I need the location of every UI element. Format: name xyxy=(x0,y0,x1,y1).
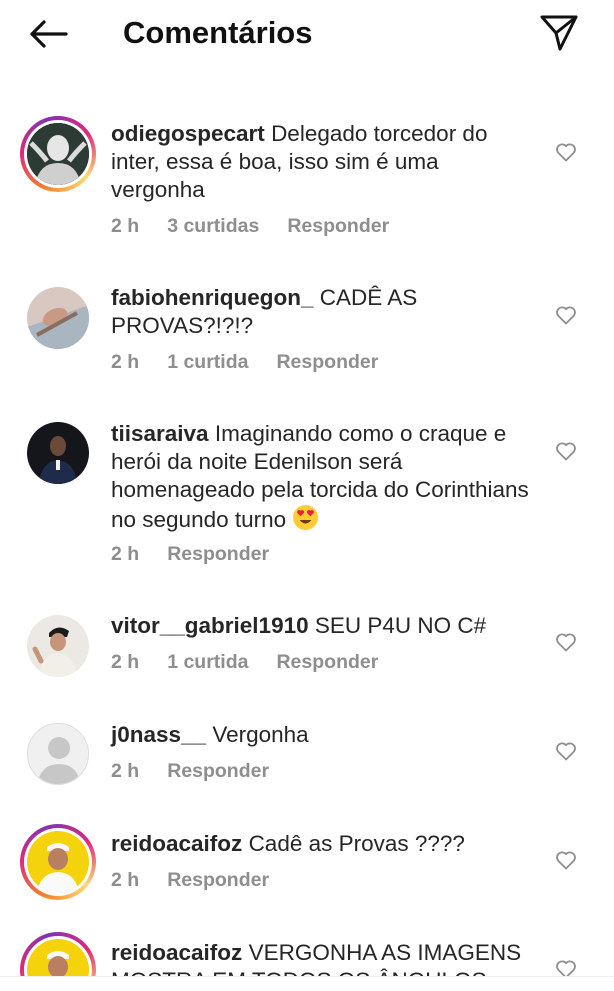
comment-username[interactable]: odiegospecart xyxy=(111,121,265,146)
comment-body: Vergonha xyxy=(212,722,309,747)
comment-text: reidoacaifoz VERGONHA AS IMAGENS MOSTRA … xyxy=(111,939,531,976)
arrow-left-icon xyxy=(30,20,68,48)
avatar xyxy=(27,939,89,976)
back-button[interactable] xyxy=(26,14,70,54)
reply-button[interactable]: Responder xyxy=(167,760,269,783)
comment-time: 2 h xyxy=(111,760,140,782)
avatar-story-ring[interactable] xyxy=(20,116,96,192)
reply-button[interactable]: Responder xyxy=(167,543,269,566)
avatar-image xyxy=(27,123,89,185)
comment-likes-count[interactable]: 1 curtida xyxy=(167,651,248,674)
avatar-wrapper[interactable] xyxy=(20,280,96,356)
comment-username[interactable]: tiisaraiva xyxy=(111,421,209,446)
avatar xyxy=(27,422,89,484)
avatar-wrapper[interactable] xyxy=(20,608,96,684)
avatar xyxy=(27,123,89,185)
comment-meta: 2 h 1 curtida Responder xyxy=(111,651,406,674)
avatar-wrapper[interactable] xyxy=(20,716,96,792)
comment-time: 2 h xyxy=(111,351,140,373)
avatar xyxy=(27,287,89,349)
bottom-edge xyxy=(0,976,614,991)
page-title: Comentários xyxy=(123,15,313,50)
avatar-image xyxy=(27,939,89,976)
heart-icon[interactable] xyxy=(554,739,578,763)
avatar xyxy=(27,615,89,677)
comment-meta: 2 h Responder xyxy=(111,869,297,892)
comment-time: 2 h xyxy=(111,869,140,891)
avatar-image xyxy=(27,615,89,677)
comment-likes-count[interactable]: 3 curtidas xyxy=(167,215,259,238)
heart-icon[interactable] xyxy=(554,303,578,327)
reply-button[interactable]: Responder xyxy=(276,351,378,374)
heart-icon[interactable] xyxy=(554,957,578,976)
comment-username[interactable]: fabiohenriquegon_ xyxy=(111,285,314,310)
reply-button[interactable]: Responder xyxy=(276,651,378,674)
comment-meta: 2 h Responder xyxy=(111,760,297,783)
heart-icon[interactable] xyxy=(554,140,578,164)
comment-username[interactable]: j0nass__ xyxy=(111,722,206,747)
comment-username[interactable]: reidoacaifoz xyxy=(111,831,242,856)
avatar-image xyxy=(27,422,89,484)
top-bar: Comentários xyxy=(0,0,614,68)
heart-icon[interactable] xyxy=(554,630,578,654)
comment-username[interactable]: reidoacaifoz xyxy=(111,940,242,965)
heart-icon[interactable] xyxy=(554,848,578,872)
comment-username[interactable]: vitor__gabriel1910 xyxy=(111,613,309,638)
heart-eyes-emoji xyxy=(293,505,319,530)
share-button[interactable] xyxy=(536,12,582,54)
comment-time: 2 h xyxy=(111,215,140,237)
avatar-story-ring[interactable] xyxy=(20,824,96,900)
avatar-image xyxy=(27,287,89,349)
comment-text: vitor__gabriel1910 SEU P4U NO C# xyxy=(111,612,531,640)
comment-text: reidoacaifoz Cadê as Provas ???? xyxy=(111,830,531,858)
avatar-story-ring[interactable] xyxy=(20,932,96,976)
comment-text: tiisaraiva Imaginando como o craque e he… xyxy=(111,420,531,534)
avatar-image xyxy=(27,831,89,893)
avatar-wrapper[interactable] xyxy=(20,415,96,491)
comment-time: 2 h xyxy=(111,651,140,673)
default-user-icon xyxy=(28,724,88,784)
comments-list[interactable]: odiegospecart Delegado torcedor do inter… xyxy=(0,100,614,976)
comment-body: Cadê as Provas ???? xyxy=(248,831,465,856)
comment-meta: 2 h Responder xyxy=(111,543,297,566)
default-avatar xyxy=(27,723,89,785)
comment-text: j0nass__ Vergonha xyxy=(111,721,531,749)
comment-time: 2 h xyxy=(111,543,140,565)
paper-plane-icon xyxy=(540,15,578,51)
reply-button[interactable]: Responder xyxy=(167,869,269,892)
comment-meta: 2 h 1 curtida Responder xyxy=(111,351,406,374)
heart-icon[interactable] xyxy=(554,439,578,463)
comment-meta: 2 h 3 curtidas Responder xyxy=(111,215,417,238)
comment-likes-count[interactable]: 1 curtida xyxy=(167,351,248,374)
comment-body: SEU P4U NO C# xyxy=(314,613,487,638)
reply-button[interactable]: Responder xyxy=(287,215,389,238)
comment-text: odiegospecart Delegado torcedor do inter… xyxy=(111,120,531,204)
avatar xyxy=(27,831,89,893)
comment-text: fabiohenriquegon_ CADÊ AS PROVAS?!?!? xyxy=(111,284,531,340)
